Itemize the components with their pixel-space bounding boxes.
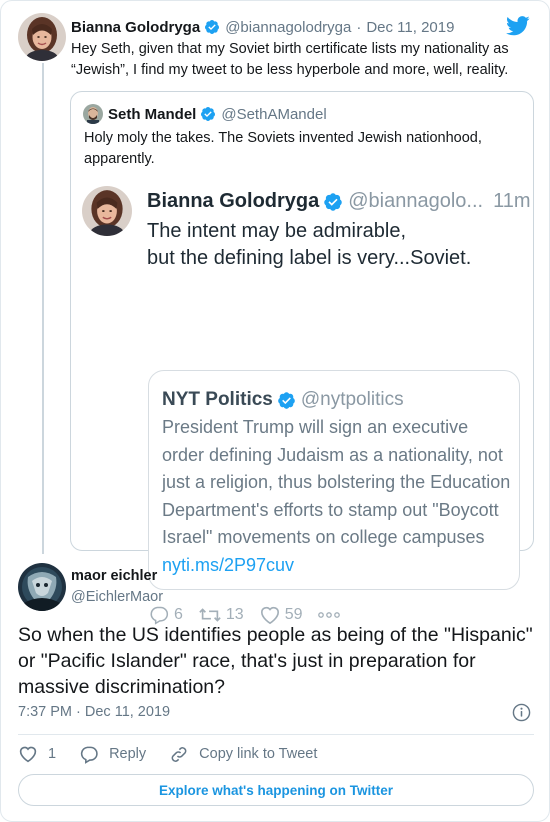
separator-dot: · (356, 18, 362, 36)
embedded-time: 11m (493, 190, 531, 212)
embedded-tweet-text: The intent may be admirable, but the def… (147, 218, 517, 272)
author-name[interactable]: Bianna Golodryga (71, 19, 200, 36)
quoted-tweet-text: Holy moly the takes. The Soviets invente… (84, 130, 482, 167)
embedded-author-name: Bianna Golodryga (147, 190, 320, 212)
embedded-author-handle: @biannagolo... (348, 190, 484, 212)
quoted-tweet-image[interactable]: Bianna Golodryga @biannagolo... 11m The … (72, 180, 532, 625)
inner-quoted-header: NYT Politics @nytpolitics (162, 389, 404, 411)
copy-link-button[interactable]: Copy link to Tweet (169, 745, 317, 764)
embedded-tweet-header: Bianna Golodryga @biannagolo... 11m (147, 190, 531, 213)
inner-author-name: NYT Politics (162, 389, 273, 410)
author-handle[interactable]: @biannagolodryga (225, 19, 351, 36)
quoted-tweet-card[interactable]: Seth Mandel @SethAMandel Holy moly the t… (70, 91, 534, 625)
tweet-header: Bianna Golodryga @biannagolodryga · Dec … (71, 17, 511, 37)
copy-link-label: Copy link to Tweet (199, 746, 318, 762)
tweet-text: Hey Seth, given that my Soviet birth cer… (71, 41, 509, 78)
quoted-tweet-header: Seth Mandel @SethAMandel (83, 104, 327, 124)
verified-badge-icon (200, 106, 216, 122)
author-avatar[interactable] (18, 13, 66, 61)
reply-label: Reply (109, 746, 147, 762)
like-button[interactable]: 1 (18, 745, 56, 763)
embedded-text-line: but the defining label is very...Soviet. (147, 247, 472, 269)
divider (18, 734, 534, 735)
info-icon[interactable] (512, 703, 531, 727)
heart-icon (19, 746, 37, 763)
reply-button[interactable]: Reply (79, 745, 146, 764)
quoted-author-name[interactable]: Seth Mandel (108, 106, 196, 123)
inner-text-body: President Trump will sign an executive o… (162, 417, 511, 547)
like-count: 1 (48, 746, 57, 762)
inner-author-handle: @nytpolitics (300, 389, 404, 410)
reply-icon (80, 746, 98, 764)
quoted-author-avatar (83, 104, 103, 124)
embedded-text-line: The intent may be admirable, (147, 220, 407, 242)
inner-quoted-card: NYT Politics @nytpolitics President Trum… (148, 370, 520, 590)
verified-badge-icon (277, 391, 296, 410)
twitter-bird-icon[interactable] (506, 16, 530, 41)
quoted-author-handle[interactable]: @SethAMandel (221, 106, 326, 123)
tweet-embed-frame: Bianna Golodryga @biannagolodryga · Dec … (0, 0, 550, 822)
reply-tweet-text: So when the US identifies people as bein… (18, 624, 533, 698)
embedded-author-avatar (82, 186, 132, 236)
tweet-timestamp[interactable]: 7:37 PM · Dec 11, 2019 (18, 704, 170, 720)
reply-author-name[interactable]: maor eichler (71, 568, 157, 584)
verified-badge-icon (323, 192, 343, 212)
verified-badge-icon (204, 19, 220, 35)
inner-quoted-text: President Trump will sign an executive o… (162, 414, 512, 579)
reply-author-avatar[interactable] (18, 563, 66, 611)
thread-line (42, 63, 44, 554)
tweet-date[interactable]: Dec 11, 2019 (366, 19, 454, 36)
inner-link: nyti.ms/2P97cuv (162, 554, 295, 575)
link-icon (171, 746, 187, 762)
tweet-actions: 1 Reply Copy link to Tweet (18, 743, 340, 765)
more-options-icon (317, 611, 344, 619)
explore-twitter-button[interactable]: Explore what's happening on Twitter (18, 774, 534, 806)
reply-author-handle[interactable]: @EichlerMaor (71, 589, 163, 605)
